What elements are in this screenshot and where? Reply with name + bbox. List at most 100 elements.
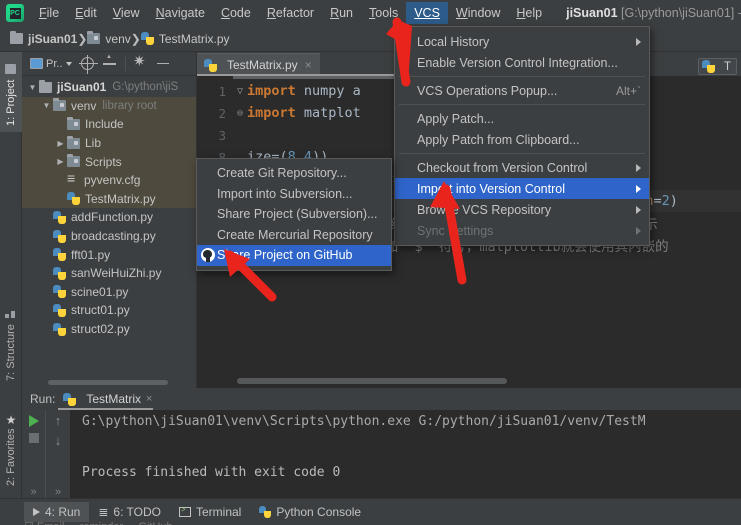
tree-item-testmatrix-py[interactable]: TestMatrix.py	[22, 189, 196, 209]
breadcrumb-item-project[interactable]: jiSuan01	[10, 31, 77, 46]
python-file-icon	[53, 303, 66, 317]
submenu-item-import-into-subversion[interactable]: Import into Subversion...	[197, 184, 391, 205]
tree-item-lib[interactable]: ▶ Lib	[22, 133, 196, 153]
menu-item-checkout-from-version-control[interactable]: Checkout from Version Control	[395, 157, 649, 178]
editor-tab-testmatrix[interactable]: TestMatrix.py ×	[197, 53, 320, 76]
tree-item-addfunction-py[interactable]: addFunction.py	[22, 208, 196, 227]
tree-item-sanweihuizhi-py[interactable]: sanWeiHuiZhi.py	[22, 264, 196, 283]
menu-item-apply-patch-from-clipboard[interactable]: Apply Patch from Clipboard...	[395, 129, 649, 150]
breadcrumb-item-file[interactable]: TestMatrix.py	[140, 32, 230, 46]
run-tab[interactable]: TestMatrix ×	[63, 392, 152, 406]
status-item-python-console[interactable]: Python Console	[250, 502, 370, 522]
arrow-up-icon[interactable]: ↑	[55, 414, 62, 427]
menu-label: avigate	[164, 6, 205, 20]
menu-item-local-history[interactable]: Local History	[395, 31, 649, 52]
fold-marker-icon[interactable]: ▽	[233, 86, 247, 97]
menu-tools[interactable]: Tools	[361, 2, 406, 24]
tree-item-jisuan01[interactable]: ▼ jiSuan01 G:\python\jiS	[22, 78, 196, 97]
project-horizontal-scrollbar[interactable]	[48, 380, 168, 385]
chevron-right-icon[interactable]: ▶	[54, 139, 67, 148]
folder-library-icon	[67, 116, 80, 130]
expand-icon[interactable]: »	[30, 486, 36, 498]
submenu-item-label: Share Project on GitHub	[217, 248, 353, 263]
submenu-item-create-git-repository[interactable]: Create Git Repository...	[197, 163, 391, 184]
stop-icon[interactable]	[28, 433, 39, 443]
tree-item-struct01-py[interactable]: struct01.py	[22, 301, 196, 320]
menu-code[interactable]: Code	[213, 2, 259, 24]
menu-mnemonic: V	[112, 6, 121, 20]
tree-item-subtext: library root	[102, 99, 157, 112]
rerun-icon[interactable]	[28, 415, 39, 427]
submenu-item-create-mercurial-repository[interactable]: Create Mercurial Repository	[197, 225, 391, 246]
menu-window[interactable]: Window	[448, 2, 508, 24]
editor-tab-secondary[interactable]: T	[697, 58, 737, 75]
menu-mnemonic: R	[266, 6, 276, 20]
fold-marker-icon[interactable]: ⊖	[233, 108, 247, 119]
editor-tab-label: T	[723, 60, 731, 73]
tree-item-scripts[interactable]: ▶ Scripts	[22, 152, 196, 171]
sidebar-item-structure[interactable]: 7: Structure	[0, 289, 22, 387]
menu-item-import-into-version-control[interactable]: Import into Version Control	[395, 178, 649, 199]
chevron-right-icon[interactable]: ▶	[54, 157, 67, 166]
toolbar-divider	[124, 56, 126, 71]
menu-vcs[interactable]: VCS	[406, 2, 448, 24]
submenu-item-share-project--subversion[interactable]: Share Project (Subversion)...	[197, 204, 391, 225]
tree-item-scine01-py[interactable]: scine01.py	[22, 283, 196, 302]
python-file-icon	[63, 392, 77, 406]
menu-navigate[interactable]: Navigate	[148, 2, 213, 24]
folder-icon	[10, 31, 23, 44]
status-hint: ☑ Email ... reminder ... GitHub	[24, 520, 173, 525]
chevron-down-icon[interactable]: ▼	[26, 83, 39, 92]
chevron-down-icon[interactable]: ▼	[40, 101, 53, 110]
status-item-todo[interactable]: ≣ 6: TODO	[89, 502, 170, 522]
tree-item-broadcasting-py[interactable]: broadcasting.py	[22, 227, 196, 246]
tree-item-label: venv	[71, 98, 97, 113]
project-view-selector[interactable]: Pr..	[26, 54, 76, 74]
tree-item-pyvenv-cfg[interactable]: pyvenv.cfg	[22, 170, 196, 190]
menu-item-label: Enable Version Control Integration...	[417, 55, 618, 70]
run-console[interactable]: G:\python\jiSuan01\venv\Scripts\python.e…	[70, 410, 741, 498]
project-tree: ▼ jiSuan01 G:\python\jiS ▼ venv library root I…	[22, 76, 196, 386]
menu-file[interactable]: File	[31, 2, 67, 24]
breadcrumb-item-venv[interactable]: venv	[87, 31, 131, 46]
settings-button[interactable]	[131, 54, 151, 74]
menu-item-vcs-operations-popup[interactable]: VCS Operations Popup... Alt+`	[395, 80, 649, 101]
folder-icon	[39, 79, 52, 93]
submenu-item-share-project-on-github[interactable]: Share Project on GitHub	[197, 245, 391, 266]
menu-edit[interactable]: Edit	[67, 2, 105, 24]
tree-item-fft01-py[interactable]: fft01.py	[22, 245, 196, 264]
sidebar-item-label: 1: Project	[5, 79, 17, 126]
menu-refactor[interactable]: Refactor	[259, 2, 322, 24]
tree-item-include[interactable]: Include	[22, 115, 196, 134]
expand-icon[interactable]: »	[55, 486, 61, 498]
editor-top-scroll[interactable]	[233, 76, 403, 79]
menu-item-apply-patch[interactable]: Apply Patch...	[395, 108, 649, 129]
menu-mnemonic: F	[39, 6, 47, 20]
status-item-terminal[interactable]: Terminal	[170, 502, 250, 522]
menu-item-enable-version-control-integration[interactable]: Enable Version Control Integration...	[395, 52, 649, 73]
status-item-run[interactable]: 4: Run	[24, 502, 90, 522]
arrow-down-icon[interactable]: ↓	[55, 434, 62, 447]
menu-item-browse-vcs-repository[interactable]: Browse VCS Repository	[395, 199, 649, 220]
tree-item-struct02-py[interactable]: struct02.py	[22, 320, 196, 339]
menu-view[interactable]: View	[105, 2, 148, 24]
hide-button[interactable]	[153, 54, 173, 74]
submenu-arrow-icon	[636, 163, 641, 172]
menu-run[interactable]: Run	[322, 2, 361, 24]
menu-item-label: Apply Patch...	[417, 111, 495, 126]
code-token: matplot	[303, 105, 361, 121]
scroll-from-source-button[interactable]	[78, 54, 99, 74]
python-file-icon	[204, 58, 217, 72]
close-icon[interactable]: ×	[146, 393, 152, 405]
menu-label: dit	[83, 6, 97, 20]
collapse-all-button[interactable]	[100, 54, 120, 74]
editor-horizontal-scrollbar[interactable]	[237, 378, 507, 384]
folder-library-icon	[87, 31, 101, 44]
sidebar-item-favorites[interactable]: 2: Favorites ★	[0, 392, 22, 492]
list-icon: ≣	[98, 505, 109, 519]
tree-item-venv[interactable]: ▼ venv library root	[22, 96, 196, 116]
vcs-dropdown-menu: Local History Enable Version Control Inte…	[394, 26, 650, 246]
menu-help[interactable]: Help	[508, 2, 550, 24]
sidebar-item-project[interactable]: 1: Project	[0, 52, 22, 132]
close-icon[interactable]: ×	[305, 58, 312, 72]
